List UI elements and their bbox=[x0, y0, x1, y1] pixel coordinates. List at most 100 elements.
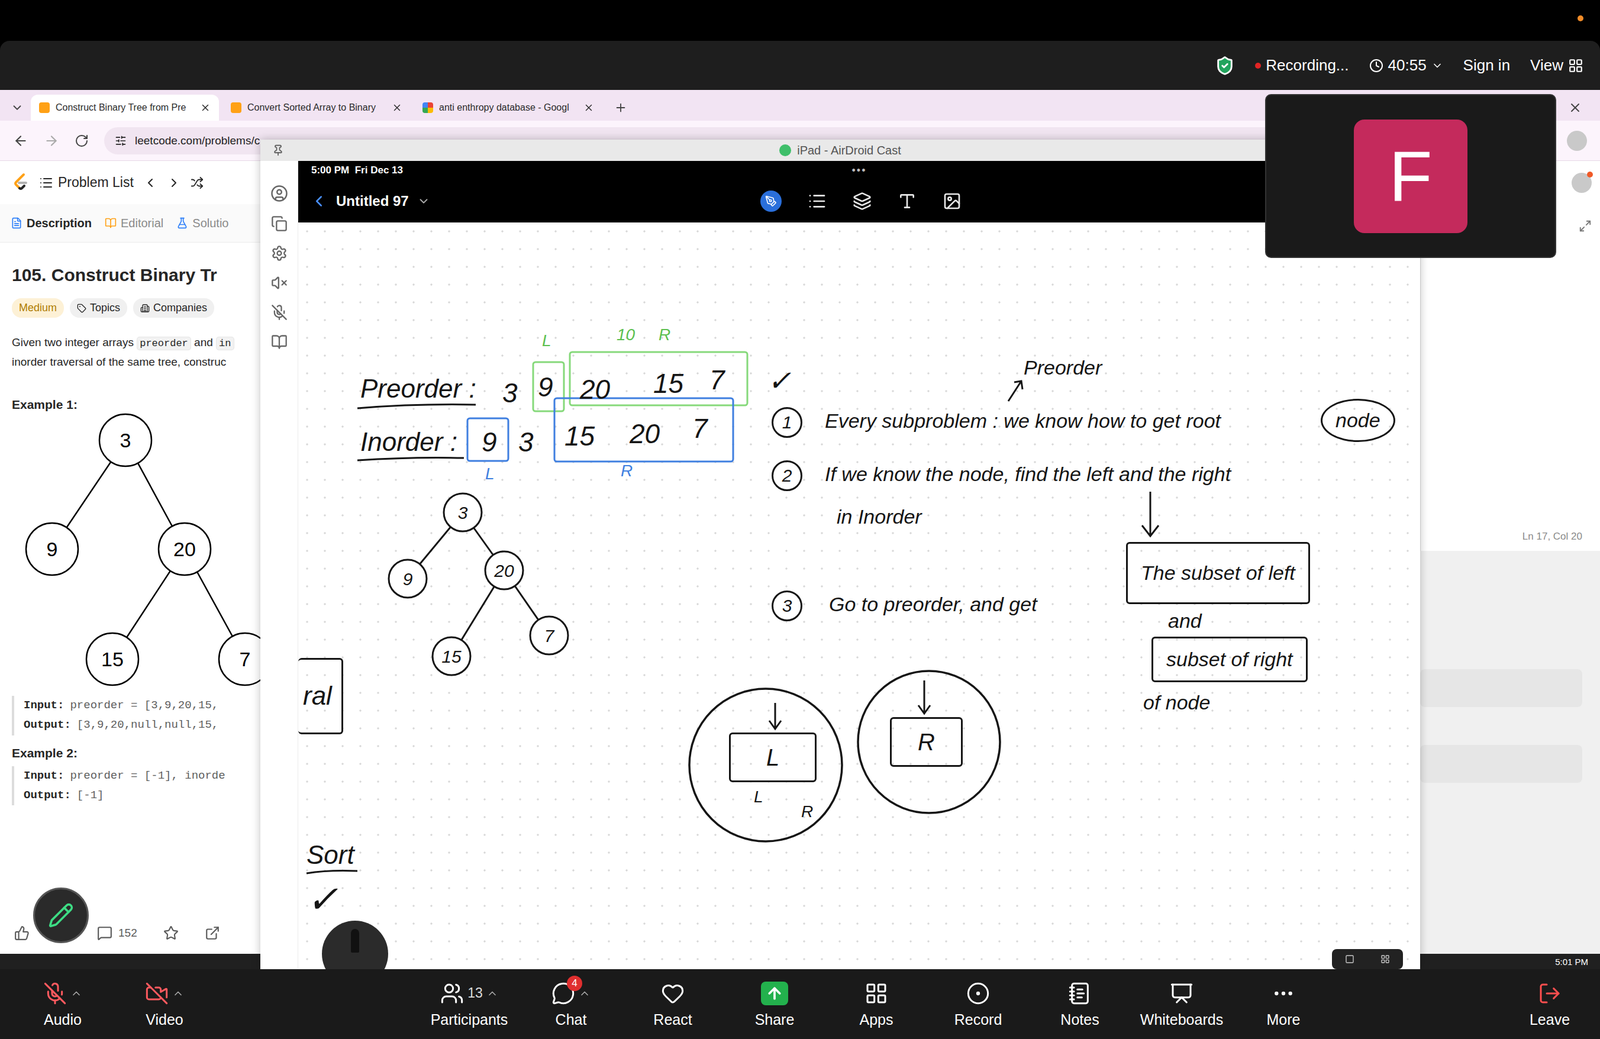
sign-in-button[interactable]: Sign in bbox=[1463, 56, 1511, 75]
step-text: Every subproblem : we know how to get ro… bbox=[824, 409, 1221, 433]
step-text: If we know the node, find the left and t… bbox=[824, 462, 1231, 486]
next-icon[interactable] bbox=[166, 175, 182, 190]
shapes-icon[interactable] bbox=[852, 191, 872, 211]
leetcode-logo-icon[interactable] bbox=[11, 172, 30, 193]
close-icon[interactable] bbox=[200, 102, 211, 114]
reload-icon[interactable] bbox=[74, 133, 89, 148]
volume-muted-icon[interactable] bbox=[271, 274, 288, 292]
pencil-tool[interactable] bbox=[321, 920, 389, 970]
tool-icon-row bbox=[1271, 980, 1296, 1007]
circled-word: node bbox=[1320, 398, 1396, 443]
tree-node: 9 bbox=[26, 523, 79, 576]
step-number: 1 bbox=[771, 407, 803, 438]
leave-button[interactable]: Leave bbox=[1505, 980, 1595, 1029]
back-icon[interactable] bbox=[310, 192, 328, 211]
caret-up-icon[interactable] bbox=[172, 987, 185, 1000]
meeting-controls: 13Participants4ChatReactShareAppsRecordN… bbox=[418, 980, 1335, 1029]
problem-tab[interactable]: Description bbox=[10, 216, 92, 231]
caret-up-icon[interactable] bbox=[70, 987, 83, 1000]
tool-label: Chat bbox=[555, 1011, 587, 1029]
chat-button[interactable]: 4Chat bbox=[520, 980, 622, 1029]
problem-tab[interactable]: Solutio bbox=[176, 216, 229, 231]
close-icon[interactable] bbox=[391, 102, 403, 114]
browser-tab[interactable]: anti enthropy database - Googl bbox=[414, 94, 603, 121]
tag-button[interactable]: Companies bbox=[133, 298, 215, 318]
browser-tab[interactable]: Construct Binary Tree from Pre bbox=[30, 94, 219, 121]
book-icon[interactable] bbox=[271, 333, 288, 351]
view-button[interactable]: View bbox=[1530, 56, 1584, 75]
audio-button[interactable]: Audio bbox=[11, 980, 114, 1029]
tool-label: Participants bbox=[430, 1011, 509, 1029]
new-tab-button[interactable] bbox=[605, 94, 636, 121]
image-icon[interactable] bbox=[942, 191, 962, 211]
notes-button[interactable]: Notes bbox=[1028, 980, 1131, 1029]
shield-icon[interactable] bbox=[1214, 55, 1235, 76]
caret-up-icon[interactable] bbox=[486, 987, 499, 1000]
tab-search[interactable] bbox=[7, 94, 28, 121]
list-icon[interactable] bbox=[807, 191, 827, 211]
video-button[interactable]: Video bbox=[113, 980, 216, 1029]
settings-icon[interactable] bbox=[271, 244, 288, 262]
apps-button[interactable]: Apps bbox=[825, 980, 928, 1029]
square-icon[interactable] bbox=[1344, 954, 1355, 964]
copy-icon[interactable] bbox=[271, 215, 288, 232]
pen-tool-button[interactable] bbox=[760, 190, 782, 212]
share-icon[interactable] bbox=[204, 925, 221, 941]
problem-list-link[interactable]: Problem List bbox=[39, 174, 134, 191]
inline-code: in bbox=[215, 336, 234, 351]
preorder-value: 9 bbox=[537, 371, 554, 403]
whiteboard-canvas[interactable]: 3920157Preorder :3920157L10R✓Inorder :93… bbox=[298, 222, 1421, 970]
profile-avatar[interactable] bbox=[1566, 130, 1587, 151]
multitask-menu[interactable]: ••• bbox=[852, 164, 867, 177]
text-icon[interactable] bbox=[897, 191, 917, 211]
participant-video-tile[interactable]: F bbox=[1265, 94, 1557, 258]
share-button[interactable]: Share bbox=[723, 980, 826, 1029]
record-button[interactable]: Record bbox=[927, 980, 1029, 1029]
svg-text:9: 9 bbox=[402, 569, 414, 589]
testcase-field[interactable] bbox=[1420, 744, 1583, 783]
user-avatar[interactable] bbox=[1571, 172, 1592, 193]
react-button[interactable]: React bbox=[621, 980, 724, 1029]
close-icon[interactable] bbox=[583, 102, 595, 114]
shuffle-icon[interactable] bbox=[190, 176, 204, 190]
window-body: 5:00 PM Fri Dec 13•••Untitled 973920157P… bbox=[260, 160, 1421, 970]
site-info-icon[interactable] bbox=[114, 134, 127, 147]
star-icon[interactable] bbox=[163, 925, 179, 941]
pencil-tip bbox=[350, 928, 360, 953]
chevron-down-icon bbox=[417, 194, 431, 208]
comments-button[interactable]: 152 bbox=[97, 925, 138, 941]
grid-icon[interactable] bbox=[1380, 954, 1390, 964]
prev-icon[interactable] bbox=[143, 175, 158, 190]
document-title[interactable]: Untitled 97 bbox=[298, 192, 761, 211]
caret-up-icon[interactable] bbox=[578, 987, 591, 1000]
back-icon[interactable] bbox=[13, 133, 29, 149]
subtree-box: L bbox=[728, 732, 817, 783]
pin-icon[interactable] bbox=[272, 144, 285, 157]
forward-icon[interactable] bbox=[43, 133, 60, 149]
browser-tab[interactable]: Convert Sorted Array to Binary bbox=[222, 94, 411, 121]
tag-button[interactable]: Topics bbox=[69, 298, 128, 318]
annotate-button[interactable] bbox=[33, 887, 89, 944]
testcase-field[interactable] bbox=[1420, 669, 1583, 708]
tool-label: Whiteboards bbox=[1140, 1011, 1224, 1029]
participants-button[interactable]: 13Participants bbox=[418, 980, 521, 1029]
building-icon bbox=[140, 303, 150, 314]
boxed-note: The subset of left bbox=[1126, 542, 1311, 605]
tool-label: Audio bbox=[43, 1011, 82, 1029]
expand-icon[interactable] bbox=[1578, 219, 1592, 233]
tree-node: 3 bbox=[443, 493, 482, 532]
tool-icon-row bbox=[966, 980, 990, 1007]
tree-node: 9 bbox=[388, 559, 427, 598]
tool-label: Video bbox=[145, 1011, 184, 1029]
more-button[interactable]: More bbox=[1232, 980, 1335, 1029]
meeting-timer[interactable]: 40:55 bbox=[1369, 56, 1444, 75]
recording-indicator[interactable]: Recording... bbox=[1255, 56, 1349, 75]
whiteboards-button[interactable]: Whiteboards bbox=[1130, 980, 1233, 1029]
mic-muted-icon[interactable] bbox=[271, 304, 288, 321]
problem-tab[interactable]: Editorial bbox=[104, 216, 164, 231]
problem-description: 105. Construct Binary TrMediumTopicsComp… bbox=[0, 242, 261, 954]
thumbs-up-icon[interactable] bbox=[14, 925, 30, 941]
tree-node: 15 bbox=[432, 637, 471, 676]
window-close-button[interactable] bbox=[1557, 94, 1593, 121]
user-icon[interactable] bbox=[270, 184, 289, 203]
